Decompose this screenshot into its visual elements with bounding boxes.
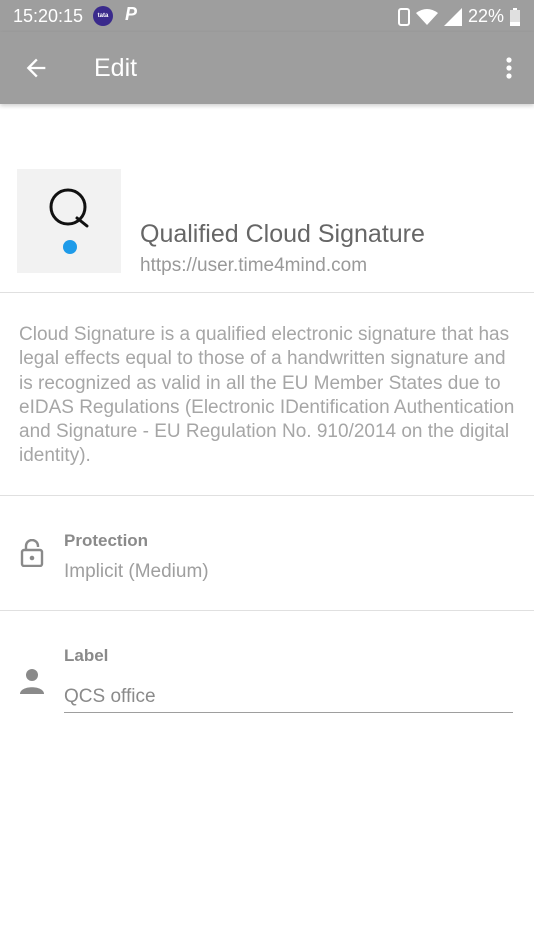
lock-icon [20,539,44,567]
service-logo [17,169,121,273]
person-icon [20,669,44,694]
divider [0,292,534,293]
q-logo-icon [49,188,89,228]
service-url: https://user.time4mind.com [140,255,368,276]
arrow-left-icon [26,58,46,78]
tata-app-icon: tata [93,6,113,26]
phone-icon [397,7,410,26]
more-vert-icon [506,57,512,79]
service-name: Qualified Cloud Signature [140,220,425,248]
service-description: Cloud Signature is a qualified electroni… [19,324,515,467]
service-header: Qualified Cloud Signature https://user.t… [0,104,534,292]
app-bar: Edit [0,32,534,104]
status-bar: 15:20:15 tata P 22% [0,0,534,32]
divider [0,495,534,496]
p-app-icon: P [125,4,138,24]
divider [0,610,534,611]
battery-icon [510,7,520,26]
status-indicators: 22% [397,6,520,27]
page-title: Edit [94,54,138,82]
signal-icon [443,7,462,26]
overflow-menu-button[interactable] [502,54,516,82]
label-field-label: Label [64,646,109,665]
wifi-icon [415,8,438,25]
logo-dot [63,240,77,254]
protection-value: Implicit (Medium) [64,561,209,582]
back-button[interactable] [22,54,50,82]
protection-label: Protection [64,531,149,550]
status-time: 15:20:15 [13,6,84,26]
battery-percent: 22% [467,6,504,26]
label-input[interactable] [64,682,513,713]
